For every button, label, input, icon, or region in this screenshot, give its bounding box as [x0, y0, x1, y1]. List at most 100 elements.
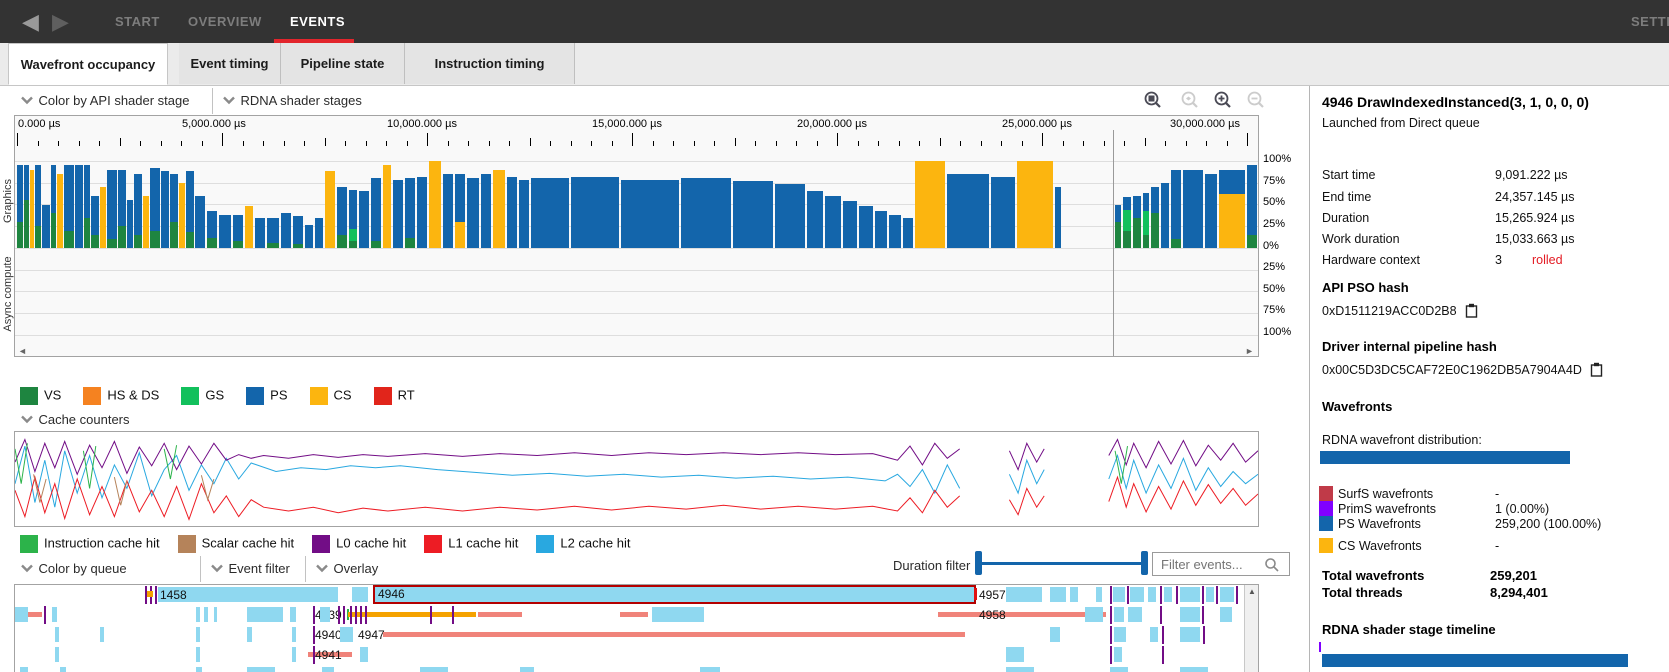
event-block[interactable]: [340, 627, 353, 642]
duration-filter-handle-left[interactable]: [975, 551, 982, 575]
cache-counters-header[interactable]: Cache counters: [20, 411, 130, 429]
nav-tab-start[interactable]: START: [115, 0, 160, 43]
ruler-tick: [1062, 141, 1064, 146]
tab-instruction-timing[interactable]: Instruction timing: [405, 43, 575, 84]
event-block[interactable]: [1114, 627, 1126, 642]
duration-filter-track[interactable]: [981, 562, 1143, 565]
zoom-to-selection-icon[interactable]: [1143, 90, 1163, 110]
forward-arrow-icon[interactable]: ▶: [52, 0, 69, 43]
event-id-label[interactable]: 4957: [979, 588, 1006, 602]
event-block[interactable]: [196, 607, 200, 622]
event-block[interactable]: [700, 667, 720, 672]
color-by-dropdown[interactable]: Color by API shader stage: [20, 92, 189, 110]
occupancy-bar: [57, 174, 63, 248]
ruler-tick: [1144, 138, 1146, 146]
event-block[interactable]: [15, 607, 28, 622]
event-block[interactable]: [55, 627, 59, 642]
copy-icon[interactable]: [1465, 303, 1478, 321]
event-block[interactable]: [1130, 587, 1144, 602]
event-block[interactable]: [1070, 587, 1078, 602]
event-block[interactable]: [360, 647, 368, 662]
events-scrollbar[interactable]: ▲: [1244, 585, 1258, 672]
event-block[interactable]: [100, 627, 104, 642]
event-block[interactable]: [196, 647, 200, 662]
event-filter-dropdown[interactable]: Event filter: [210, 560, 290, 578]
event-block[interactable]: [52, 607, 57, 622]
tab-event-timing[interactable]: Event timing: [179, 43, 281, 84]
event-block[interactable]: [1114, 607, 1124, 622]
event-block[interactable]: [1006, 587, 1042, 602]
event-block[interactable]: [1150, 627, 1158, 642]
event-id-label[interactable]: 4958: [979, 608, 1006, 622]
event-block[interactable]: [1128, 607, 1142, 622]
event-block[interactable]: [292, 627, 296, 642]
occupancy-bar: [859, 206, 873, 248]
event-block[interactable]: [1220, 587, 1234, 602]
event-block[interactable]: [196, 627, 200, 642]
event-block[interactable]: [1050, 627, 1060, 642]
event-block[interactable]: [520, 667, 534, 672]
events-timeline[interactable]: 14584946495749394958494049474941▲: [14, 584, 1259, 672]
event-block[interactable]: [352, 587, 368, 602]
event-block[interactable]: [204, 607, 208, 622]
event-block[interactable]: [292, 647, 296, 662]
wavefront-occupancy-chart[interactable]: 0.000 µs 5,000.000 µs 10,000.000 µs 15,000.…: [14, 115, 1259, 357]
selected-event-block[interactable]: 4946: [373, 585, 976, 604]
event-block[interactable]: [1110, 667, 1128, 672]
event-block[interactable]: [1164, 587, 1172, 602]
scroll-up-icon[interactable]: ▲: [1245, 585, 1258, 599]
tab-pipeline-state[interactable]: Pipeline state: [281, 43, 405, 84]
wavefront-swatch: [1319, 486, 1333, 501]
event-block[interactable]: [1180, 587, 1200, 602]
event-block[interactable]: [1006, 667, 1034, 672]
event-block[interactable]: [1114, 647, 1122, 662]
event-block[interactable]: [214, 607, 217, 622]
event-id-label[interactable]: 4941: [315, 648, 342, 662]
event-block[interactable]: [1006, 647, 1024, 662]
occupancy-bar: [807, 190, 823, 248]
color-by-queue-dropdown[interactable]: Color by queue: [20, 560, 127, 578]
event-block[interactable]: [1085, 607, 1103, 622]
event-block[interactable]: [420, 667, 448, 672]
duration-filter-handle-right[interactable]: [1141, 551, 1148, 575]
legend-swatch: [246, 386, 265, 405]
event-block[interactable]: [247, 607, 283, 622]
nav-tab-overview[interactable]: OVERVIEW: [188, 0, 262, 43]
event-block[interactable]: [290, 607, 296, 622]
event-block[interactable]: [1096, 587, 1102, 602]
event-block[interactable]: [1206, 587, 1214, 602]
event-block[interactable]: [196, 667, 202, 672]
overlay-dropdown[interactable]: Overlay: [315, 560, 378, 578]
copy-icon[interactable]: [1590, 362, 1603, 380]
nav-tab-events[interactable]: EVENTS: [290, 0, 345, 43]
event-block[interactable]: 1458: [158, 587, 338, 602]
tab-wavefront-occupancy[interactable]: Wavefront occupancy: [8, 43, 168, 85]
event-block[interactable]: [55, 647, 59, 662]
ruler-tick: [427, 133, 428, 146]
zoom-in-icon[interactable]: [1213, 90, 1233, 110]
ruler-label: 20,000.000 µs: [797, 118, 867, 130]
back-arrow-icon[interactable]: ◀: [22, 0, 39, 43]
event-dot: [147, 591, 153, 597]
event-block[interactable]: [60, 667, 66, 672]
event-block[interactable]: [1050, 587, 1066, 602]
settings-tab[interactable]: SETTINGS: [1631, 0, 1669, 43]
event-block[interactable]: [247, 627, 252, 642]
chart-scroll-left-icon[interactable]: ◄: [18, 346, 27, 356]
event-block[interactable]: [652, 607, 704, 622]
event-id-label[interactable]: 4940: [315, 628, 342, 642]
event-block[interactable]: [1180, 607, 1200, 622]
event-block[interactable]: [20, 667, 28, 672]
shader-stages-dropdown[interactable]: RDNA shader stages: [222, 92, 362, 110]
event-block[interactable]: [1113, 587, 1125, 602]
event-block[interactable]: [1180, 667, 1208, 672]
cache-counters-chart[interactable]: [14, 431, 1259, 527]
event-block[interactable]: [322, 667, 334, 672]
chart-scroll-right-icon[interactable]: ►: [1245, 346, 1254, 356]
event-block[interactable]: [320, 607, 330, 622]
event-block[interactable]: [247, 667, 275, 672]
event-block[interactable]: [1148, 587, 1156, 602]
event-block[interactable]: [1180, 627, 1200, 642]
event-id-label[interactable]: 4947: [358, 628, 385, 642]
event-block[interactable]: [1220, 607, 1232, 622]
